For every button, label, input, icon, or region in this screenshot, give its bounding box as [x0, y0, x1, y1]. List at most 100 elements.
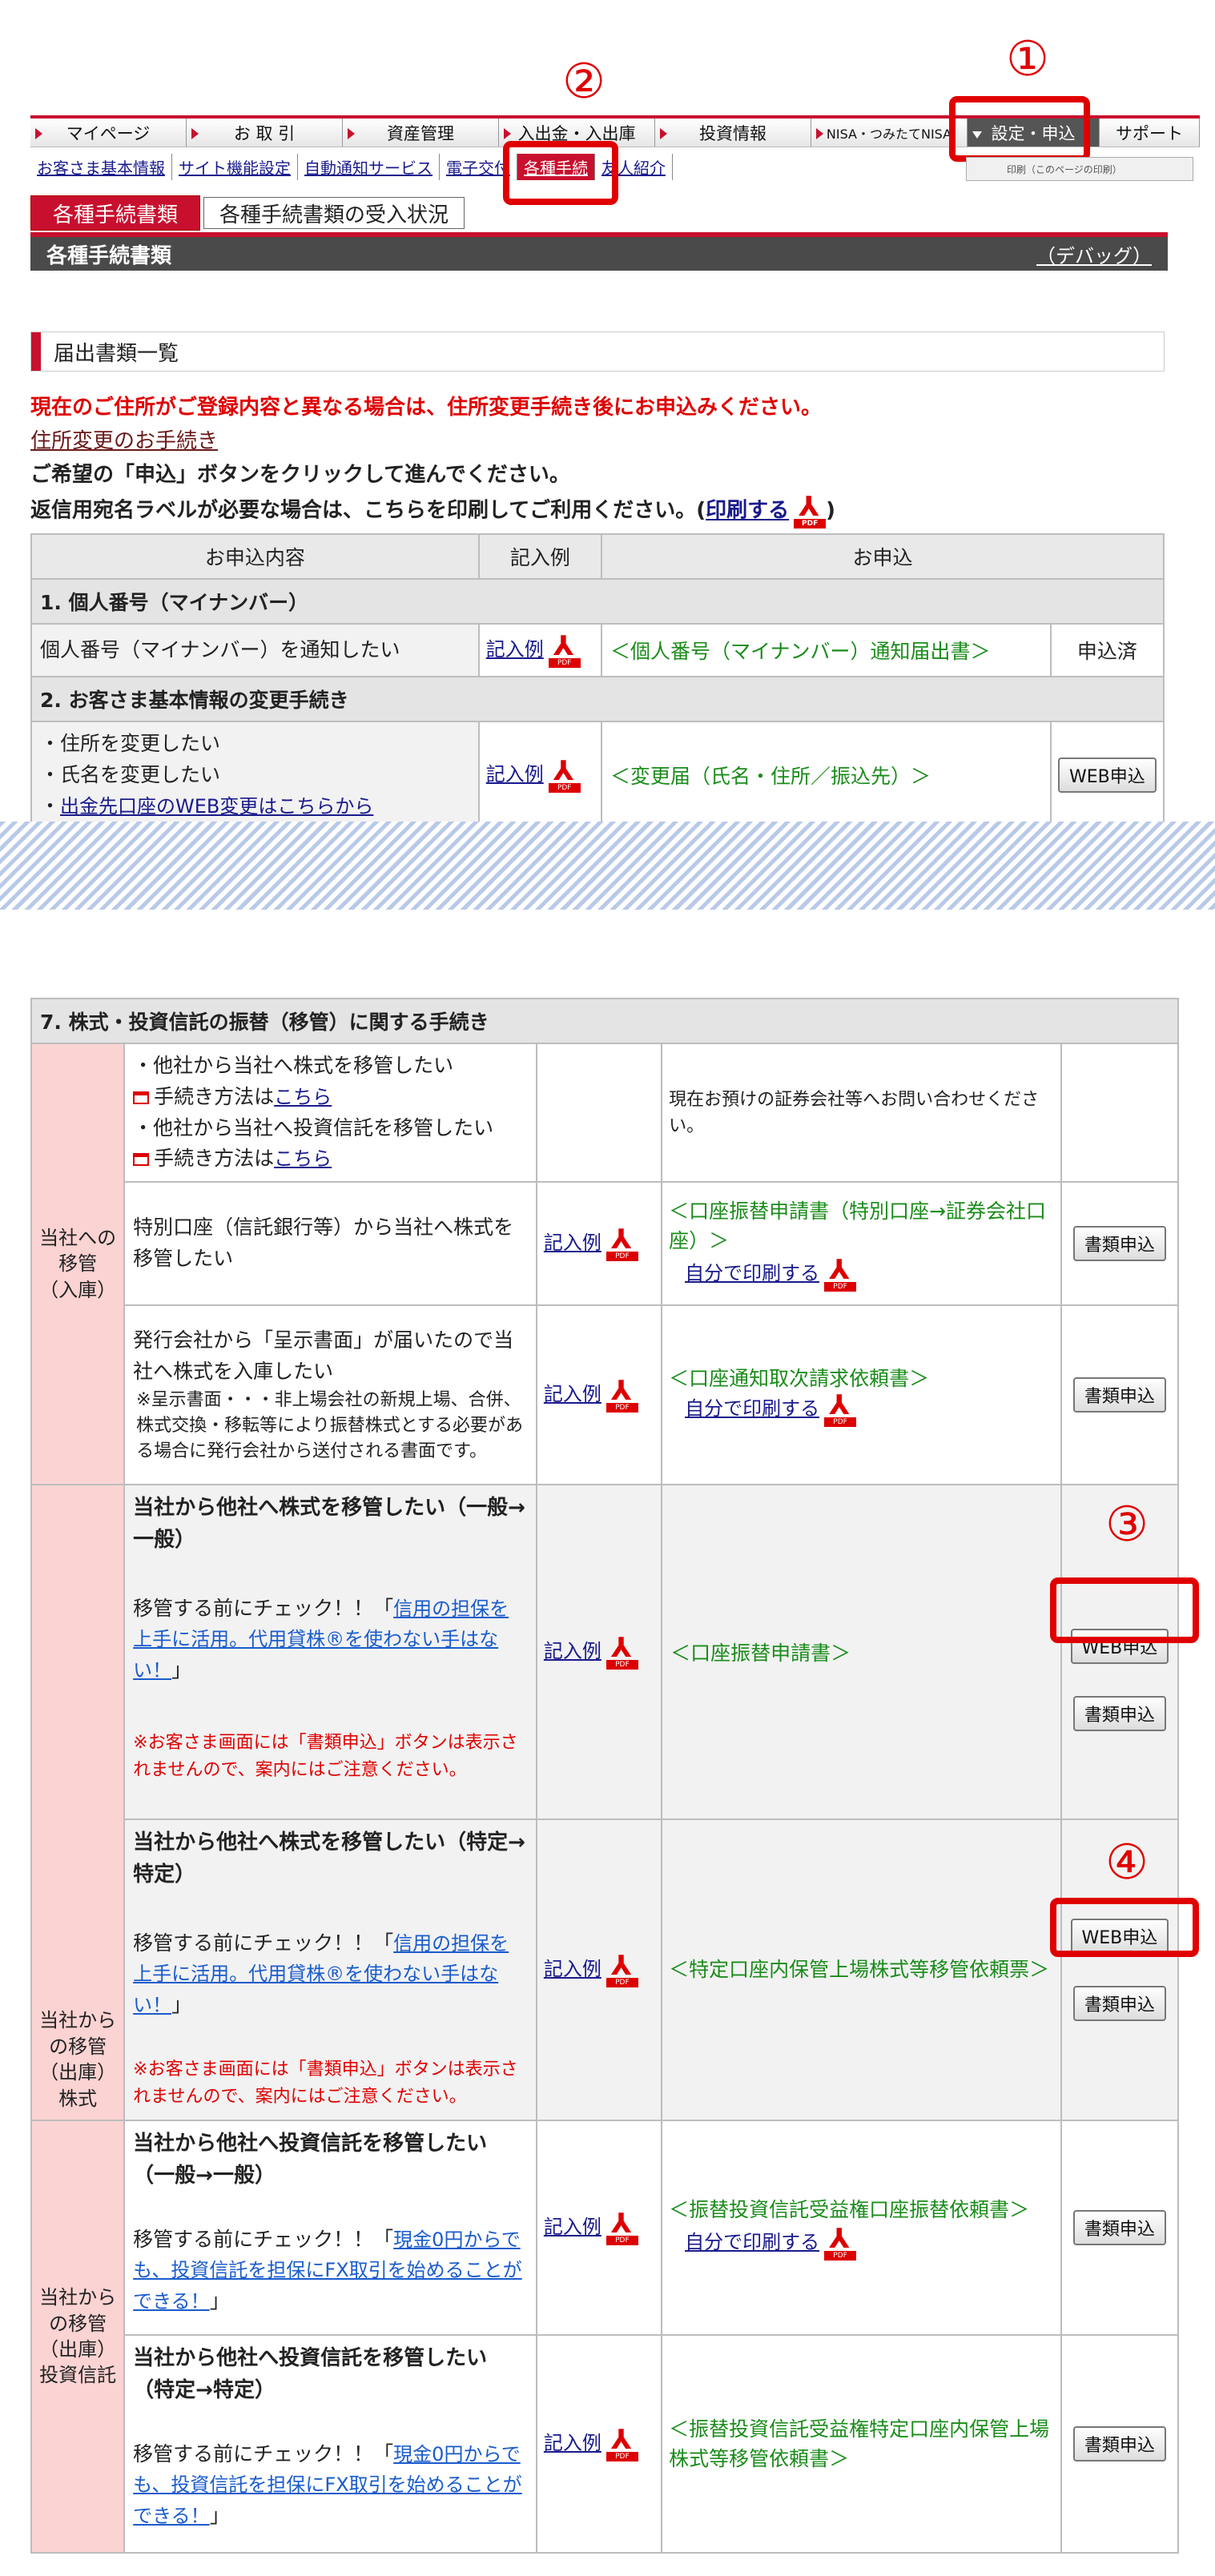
- print-page-button[interactable]: 印刷（このページの印刷）: [966, 157, 1193, 181]
- pdf-icon: [605, 1634, 638, 1670]
- nav-support[interactable]: サポート: [1100, 119, 1200, 147]
- example-link[interactable]: 記入例: [544, 1958, 601, 1980]
- web-apply-button[interactable]: WEB申込: [1058, 758, 1157, 794]
- nav-arrow-icon: [191, 128, 199, 139]
- category-transfer-in: 当社への 移管 （入庫）: [30, 1043, 126, 1485]
- nav-mypage[interactable]: マイページ: [30, 119, 187, 147]
- self-print-link[interactable]: 自分で印刷する: [685, 1262, 819, 1284]
- highlight-web-apply-2: [1050, 1898, 1199, 1957]
- form-name: ＜口座通知取次請求依頼書＞: [669, 1367, 930, 1390]
- highlight-procedures: [503, 141, 618, 205]
- window-icon: [133, 1153, 150, 1167]
- row-desc: ・他社から当社へ株式を移管したい: [133, 1054, 454, 1077]
- procedure-link[interactable]: こちら: [274, 1086, 332, 1108]
- row-desc: 個人番号（マイナンバー）を通知したい: [30, 623, 480, 677]
- category-transfer-out-fund: 当社から の移管 （出庫） 投資信託: [30, 2120, 126, 2554]
- row-title: 当社から他社へ投資信託を移管したい（特定→特定）: [133, 2346, 488, 2403]
- example-link[interactable]: 記入例: [544, 1232, 601, 1254]
- row-note: ※お客さま画面には「書類申込」ボタンは表示されませんので、案内にはご注意ください…: [133, 2059, 518, 2107]
- instruction-text: ご希望の「申込」ボタンをクリックして進んでください。: [30, 463, 570, 487]
- subnav-basic-info[interactable]: お客さま基本情報: [30, 154, 172, 180]
- row-desc: 発行会社から「呈示書面」が届いたので当社へ株式を入庫したい: [133, 1328, 514, 1384]
- page-title-bar: 各種手続書類 （デバッグ）: [30, 232, 1168, 271]
- contact-note: 現在お預けの証券会社等へお問い合わせください。: [661, 1043, 1062, 1183]
- form-name: ＜個人番号（マイナンバー）通知届出書＞: [601, 623, 1052, 677]
- form-name: ＜変更届（氏名・住所／振込先）＞: [601, 720, 1052, 830]
- nav-nisa[interactable]: NISA・つみたてNISA: [811, 119, 968, 147]
- row-note: ※呈示書面・・・非上場会社の新規上場、合併、株式交換・移転等により振替株式とする…: [136, 1389, 524, 1461]
- nav-trade[interactable]: お 取 引: [187, 119, 343, 147]
- example-link[interactable]: 記入例: [544, 1640, 601, 1662]
- highlight-settings: [949, 96, 1090, 162]
- form-name: ＜特定口座内保管上場株式等移管依頼票＞: [661, 1818, 1062, 2121]
- pdf-icon: [605, 2210, 638, 2245]
- label-print-text: 返信用宛名ラベルが必要な場合は、こちらを印刷してご利用ください。(印刷する): [30, 493, 835, 528]
- pdf-icon: [605, 2426, 638, 2461]
- highlight-web-apply-1: [1050, 1577, 1199, 1643]
- bank-change-link[interactable]: 出金先口座のWEB変更はこちらから: [60, 795, 373, 818]
- document-apply-button[interactable]: 書類申込: [1072, 2210, 1166, 2245]
- callout-4: ④: [1105, 1835, 1149, 1891]
- document-apply-button[interactable]: 書類申込: [1072, 2426, 1166, 2461]
- documents-table-top: お申込内容 記入例 お申込 1. 個人番号（マイナンバー） 個人番号（マイナンバ…: [30, 533, 1165, 830]
- address-change-link[interactable]: 住所変更のお手続き: [30, 424, 218, 454]
- pdf-icon: [548, 758, 581, 794]
- self-print-link[interactable]: 自分で印刷する: [685, 1397, 819, 1420]
- row-desc: 特別口座（信託銀行等）から当社へ株式を移管したい: [123, 1181, 537, 1306]
- subnav-auto-notify[interactable]: 自動通知サービス: [298, 154, 440, 180]
- example-link[interactable]: 記入例: [544, 2216, 601, 2238]
- nav-info[interactable]: 投資情報: [655, 119, 811, 147]
- category-transfer-out-stock: 当社から の移管 （出庫） 株式: [30, 1484, 126, 2121]
- callout-2: ②: [562, 54, 605, 110]
- print-label-link[interactable]: 印刷する: [706, 499, 789, 523]
- form-name: ＜振替投資信託受益権口座振替依頼書＞: [669, 2198, 1030, 2222]
- pdf-icon: [824, 2225, 857, 2261]
- address-notice: 現在のご住所がご登録内容と異なる場合は、住所変更手続き後にお申込みください。: [30, 396, 823, 420]
- example-link[interactable]: 記入例: [544, 2432, 601, 2454]
- form-name: ＜口座振替申請書＞: [661, 1484, 1062, 1820]
- row-desc: ・氏名を変更したい: [40, 762, 221, 786]
- document-apply-button[interactable]: 書類申込: [1072, 1226, 1166, 1261]
- example-link[interactable]: 記入例: [486, 763, 544, 786]
- nav-arrow-icon: [816, 128, 823, 139]
- row-note: ※お客さま画面には「書類申込」ボタンは表示されませんので、案内にはご注意ください…: [133, 1732, 518, 1780]
- tab-docs-status[interactable]: 各種手続書類の受入状況: [203, 197, 465, 229]
- document-apply-button[interactable]: 書類申込: [1072, 1986, 1166, 2021]
- row-title: 当社から他社へ投資信託を移管したい（一般→一般）: [133, 2132, 488, 2188]
- document-apply-button[interactable]: 書類申込: [1072, 1696, 1166, 1731]
- window-icon: [133, 1091, 150, 1104]
- debug-link[interactable]: （デバッグ）: [1036, 240, 1152, 268]
- form-name: ＜口座振替申請書（特別口座→証券会社口座）＞: [669, 1199, 1047, 1253]
- row-title: 当社から他社へ株式を移管したい（一般→一般）: [133, 1496, 525, 1553]
- nav-arrow-icon: [660, 128, 667, 139]
- callout-1: ①: [1006, 31, 1049, 87]
- nav-arrow-icon: [348, 128, 355, 139]
- nav-assets[interactable]: 資産管理: [343, 119, 499, 147]
- pdf-icon: [824, 1392, 857, 1427]
- pdf-icon: [605, 1952, 638, 1987]
- pdf-icon: [794, 493, 827, 528]
- section-transfer: 7. 株式・投資信託の振替（移管）に関する手続き: [30, 998, 1179, 1044]
- section-header: 届出書類一覧: [30, 332, 1165, 372]
- document-apply-button[interactable]: 書類申込: [1072, 1377, 1166, 1413]
- pdf-icon: [548, 633, 581, 668]
- section-mynumber: 1. 個人番号（マイナンバー）: [30, 578, 1165, 625]
- row-desc: ・住所を変更したい: [40, 732, 221, 755]
- page-title: 各種手続書類: [46, 243, 172, 268]
- procedure-link[interactable]: こちら: [274, 1147, 332, 1170]
- col-header-content: お申込内容: [30, 533, 480, 580]
- callout-3: ③: [1105, 1497, 1149, 1553]
- pdf-icon: [605, 1226, 638, 1261]
- nav-arrow-icon: [35, 128, 42, 139]
- pdf-icon: [824, 1256, 857, 1292]
- example-link[interactable]: 記入例: [544, 1383, 601, 1405]
- self-print-link[interactable]: 自分で印刷する: [685, 2231, 819, 2253]
- nav-arrow-icon: [504, 128, 511, 139]
- section-basic-info: 2. お客さま基本情報の変更手続き: [30, 676, 1165, 722]
- transfer-procedures-table: 7. 株式・投資信託の振替（移管）に関する手続き 当社への 移管 （入庫） ・他…: [30, 998, 1180, 2554]
- row-desc: ・他社から当社へ投資信託を移管したい: [133, 1115, 494, 1139]
- subnav-site-settings[interactable]: サイト機能設定: [172, 154, 298, 180]
- example-link[interactable]: 記入例: [486, 638, 544, 661]
- tab-procedure-docs[interactable]: 各種手続書類: [30, 195, 200, 231]
- form-name: ＜振替投資信託受益権特定口座内保管上場株式等移管依頼書＞: [661, 2334, 1062, 2554]
